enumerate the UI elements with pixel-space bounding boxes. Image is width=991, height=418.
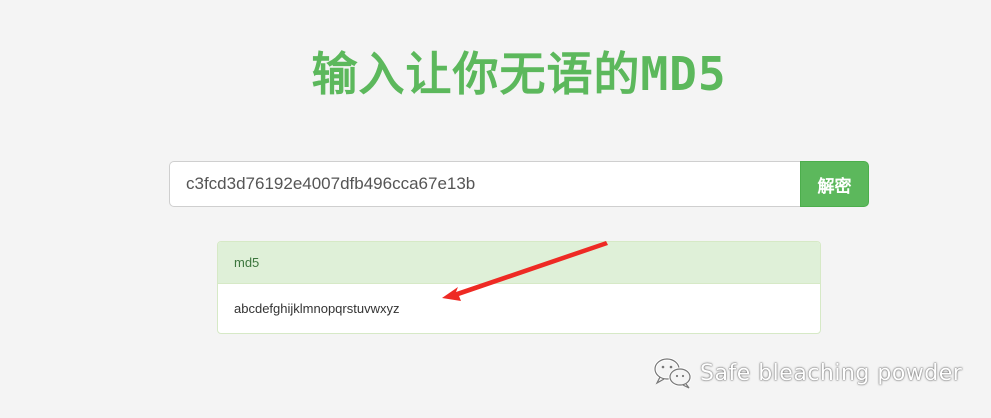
page-title: 输入让你无语的MD5 (311, 47, 727, 101)
result-heading: md5 (218, 242, 820, 284)
watermark-text: Safe bleaching powder (700, 360, 963, 386)
search-form: 解密 (169, 161, 869, 207)
page: 输入让你无语的MD5 解密 md5 abcdefghijklmnopqrstuv… (0, 0, 991, 418)
result-panel: md5 abcdefghijklmnopqrstuvwxyz (217, 241, 821, 334)
watermark: Safe bleaching powder (652, 356, 962, 390)
result-plaintext: abcdefghijklmnopqrstuvwxyz (234, 301, 400, 316)
hash-input[interactable] (169, 161, 800, 207)
decrypt-button[interactable]: 解密 (800, 161, 869, 207)
wechat-icon (653, 357, 692, 389)
